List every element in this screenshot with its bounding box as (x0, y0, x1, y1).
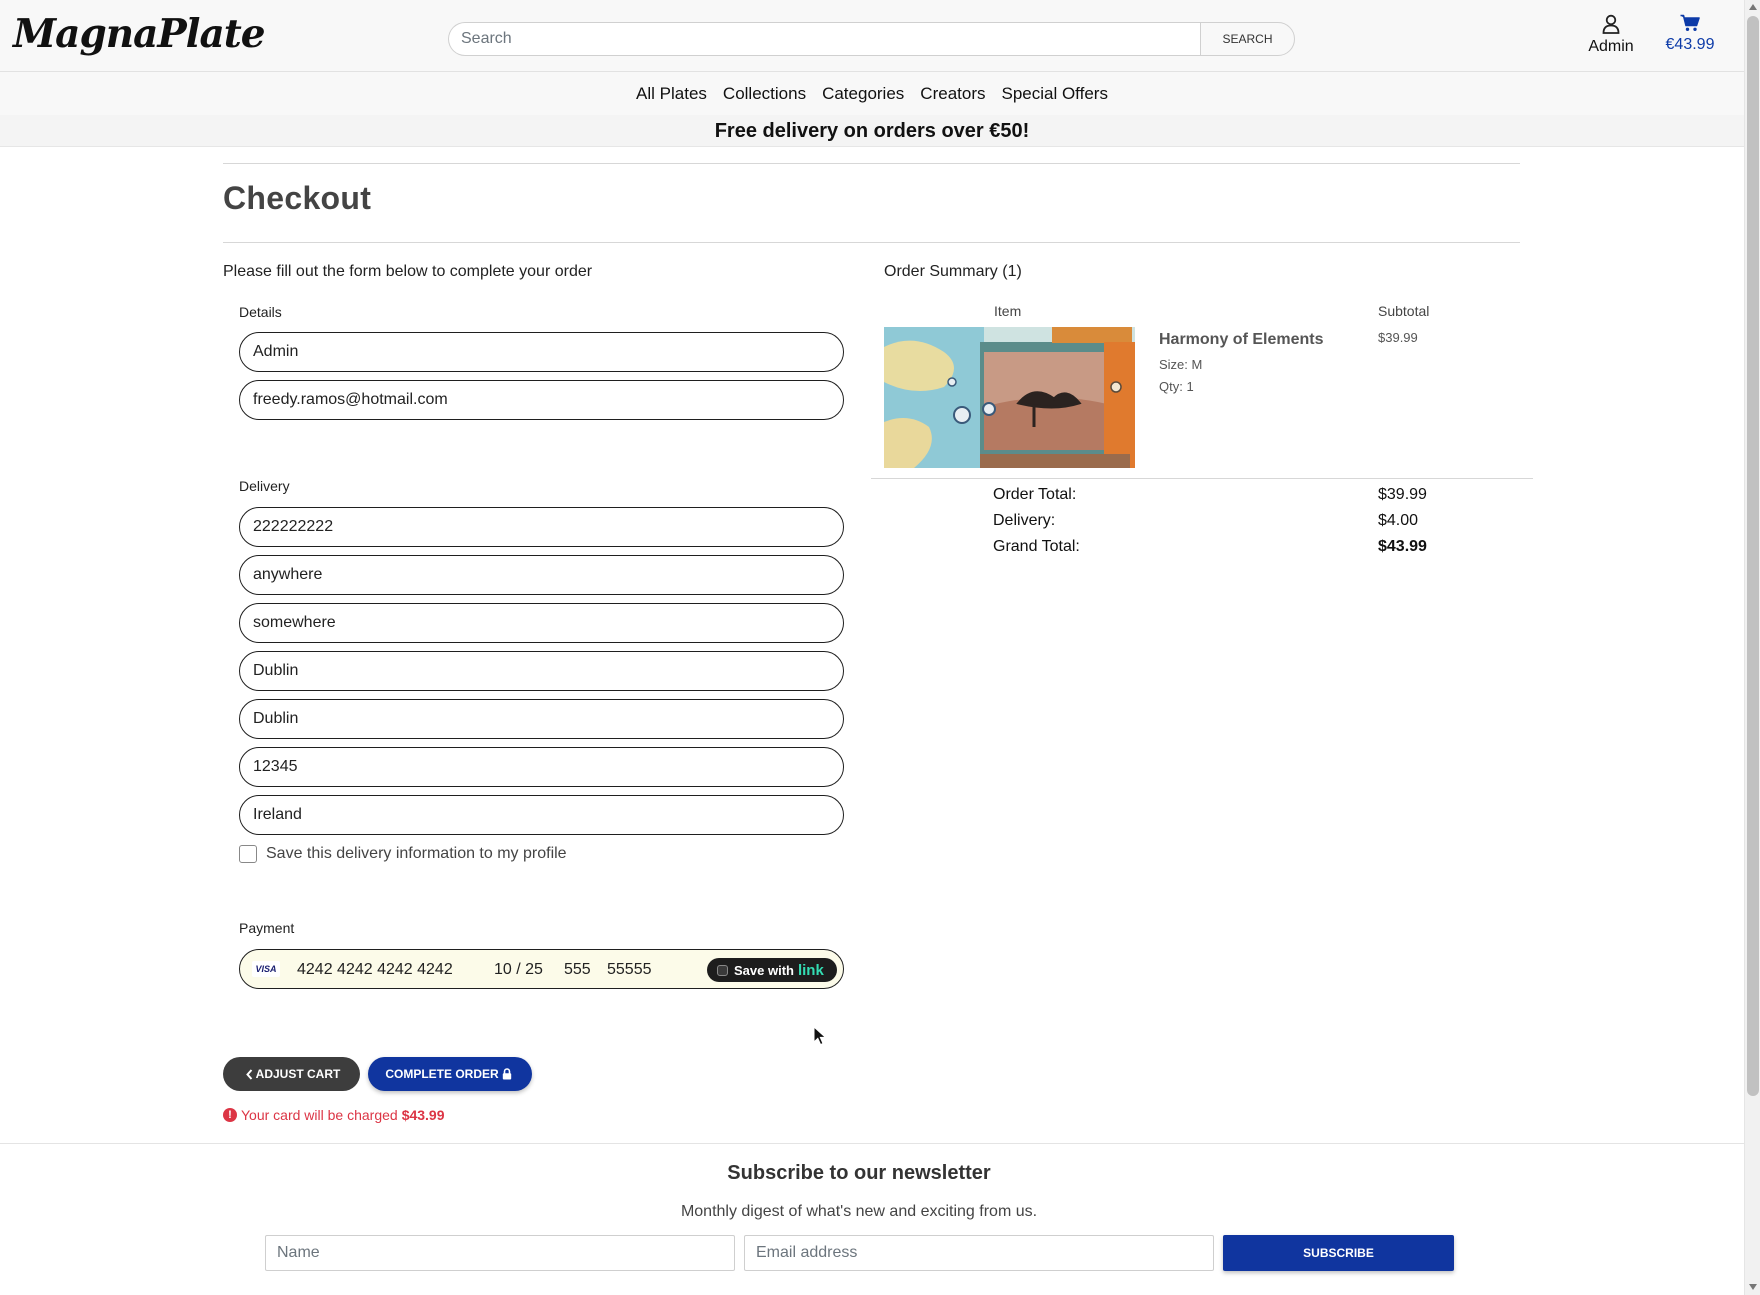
search-bar: SEARCH (448, 22, 1295, 56)
summary-divider (871, 478, 1533, 479)
delivery-cost-value: $4.00 (1378, 512, 1419, 529)
product-image[interactable] (884, 327, 1135, 468)
card-number-input[interactable]: 4242 4242 4242 4242 (297, 961, 453, 979)
user-icon (1602, 14, 1620, 34)
complete-order-label: COMPLETE ORDER (385, 1067, 499, 1081)
product-name[interactable]: Harmony of Elements (1159, 331, 1323, 349)
town-city-field[interactable] (239, 651, 844, 691)
scroll-down-arrow-icon[interactable] (1749, 1284, 1757, 1290)
save-with-link-button[interactable]: Save with link (707, 958, 837, 982)
card-zip-input[interactable]: 55555 (607, 961, 652, 979)
page: MagnaPlate SEARCH Admin €43.99 All Plate… (0, 0, 1744, 1295)
scrollbar-thumb[interactable] (1747, 16, 1759, 1096)
charge-amount: $43.99 (401, 1107, 445, 1123)
order-total-label: Order Total: (993, 486, 1077, 503)
delivery-cost-label: Delivery: (993, 512, 1056, 529)
delivery-label: Delivery (239, 478, 290, 494)
account-link[interactable]: Admin (1580, 14, 1642, 56)
product-artwork (884, 327, 1135, 468)
page-title: Checkout (223, 180, 372, 216)
nav-item-special-offers[interactable]: Special Offers (993, 72, 1115, 115)
visa-icon: VISA (252, 961, 280, 977)
save-info-checkbox[interactable] (239, 845, 257, 863)
details-label: Details (239, 304, 282, 320)
adjust-cart-button[interactable]: ADJUST CART (223, 1057, 360, 1091)
nav-item-creators[interactable]: Creators (912, 72, 993, 115)
save-info-label[interactable]: Save this delivery information to my pro… (266, 845, 567, 863)
exclamation-circle-icon: ! (223, 1108, 237, 1122)
link-logo: link (797, 961, 824, 979)
street-address1-field[interactable] (239, 555, 844, 595)
page-scrollbar[interactable] (1744, 0, 1760, 1295)
complete-order-button[interactable]: COMPLETE ORDER (368, 1057, 532, 1091)
cart-link[interactable]: €43.99 (1660, 14, 1720, 54)
form-intro: Please fill out the form below to comple… (223, 263, 593, 280)
item-column-header: Item (994, 303, 1022, 319)
phone-field[interactable] (239, 507, 844, 547)
order-total-value: $39.99 (1378, 486, 1427, 503)
cart-total: €43.99 (1665, 36, 1715, 53)
grand-total-label: Grand Total: (993, 538, 1080, 555)
email-field[interactable] (239, 380, 844, 420)
card-element[interactable]: VISA 4242 4242 4242 4242 10 / 25 555 555… (239, 949, 844, 989)
chevron-left-icon (245, 1068, 252, 1080)
payment-label: Payment (239, 920, 295, 936)
save-info-row: Save this delivery information to my pro… (239, 845, 567, 863)
nav-item-categories[interactable]: Categories (814, 72, 912, 115)
charge-note-text: Your card will be charged (241, 1107, 398, 1123)
search-button[interactable]: SEARCH (1200, 22, 1295, 56)
account-label: Admin (1588, 38, 1634, 55)
link-checkbox-icon (717, 964, 728, 976)
product-subtotal: $39.99 (1378, 330, 1418, 345)
divider (223, 163, 1520, 164)
scroll-up-arrow-icon[interactable] (1749, 4, 1757, 10)
main-nav: All Plates Collections Categories Creato… (0, 72, 1744, 115)
grand-total-value: $43.99 (1378, 538, 1427, 555)
lock-icon (502, 1068, 511, 1080)
adjust-cart-label: ADJUST CART (255, 1067, 341, 1081)
nav-item-collections[interactable]: Collections (715, 72, 814, 115)
cart-icon (1680, 14, 1700, 31)
card-cvc-input[interactable]: 555 (564, 961, 591, 979)
street-address2-field[interactable] (239, 603, 844, 643)
subscribe-button[interactable]: SUBSCRIBE (1223, 1235, 1454, 1271)
county-field[interactable] (239, 699, 844, 739)
nav-item-all-plates[interactable]: All Plates (628, 72, 715, 115)
mouse-cursor-icon (813, 1026, 827, 1046)
link-save-label: Save with (734, 962, 794, 978)
charge-notice: ! Your card will be charged $43.99 (223, 1107, 445, 1123)
postcode-field[interactable] (239, 747, 844, 787)
site-logo[interactable]: MagnaPlate (13, 10, 266, 58)
product-qty: Qty: 1 (1159, 379, 1194, 394)
card-expiry-input[interactable]: 10 / 25 (494, 961, 543, 979)
site-header: MagnaPlate SEARCH Admin €43.99 (0, 0, 1744, 72)
full-name-field[interactable] (239, 332, 844, 372)
order-summary-title: Order Summary (1) (884, 263, 1022, 280)
subtotal-column-header: Subtotal (1378, 303, 1430, 319)
newsletter-email-input[interactable] (744, 1235, 1214, 1271)
newsletter-title: Subscribe to our newsletter (727, 1162, 991, 1184)
newsletter-section: Subscribe to our newsletter Monthly dige… (0, 1143, 1744, 1295)
country-field[interactable] (239, 795, 844, 835)
newsletter-name-input[interactable] (265, 1235, 735, 1271)
product-size: Size: M (1159, 357, 1203, 372)
divider (223, 242, 1520, 243)
delivery-banner: Free delivery on orders over €50! (0, 115, 1744, 147)
search-input[interactable] (448, 22, 1200, 56)
newsletter-subtitle: Monthly digest of what's new and excitin… (680, 1203, 1038, 1220)
